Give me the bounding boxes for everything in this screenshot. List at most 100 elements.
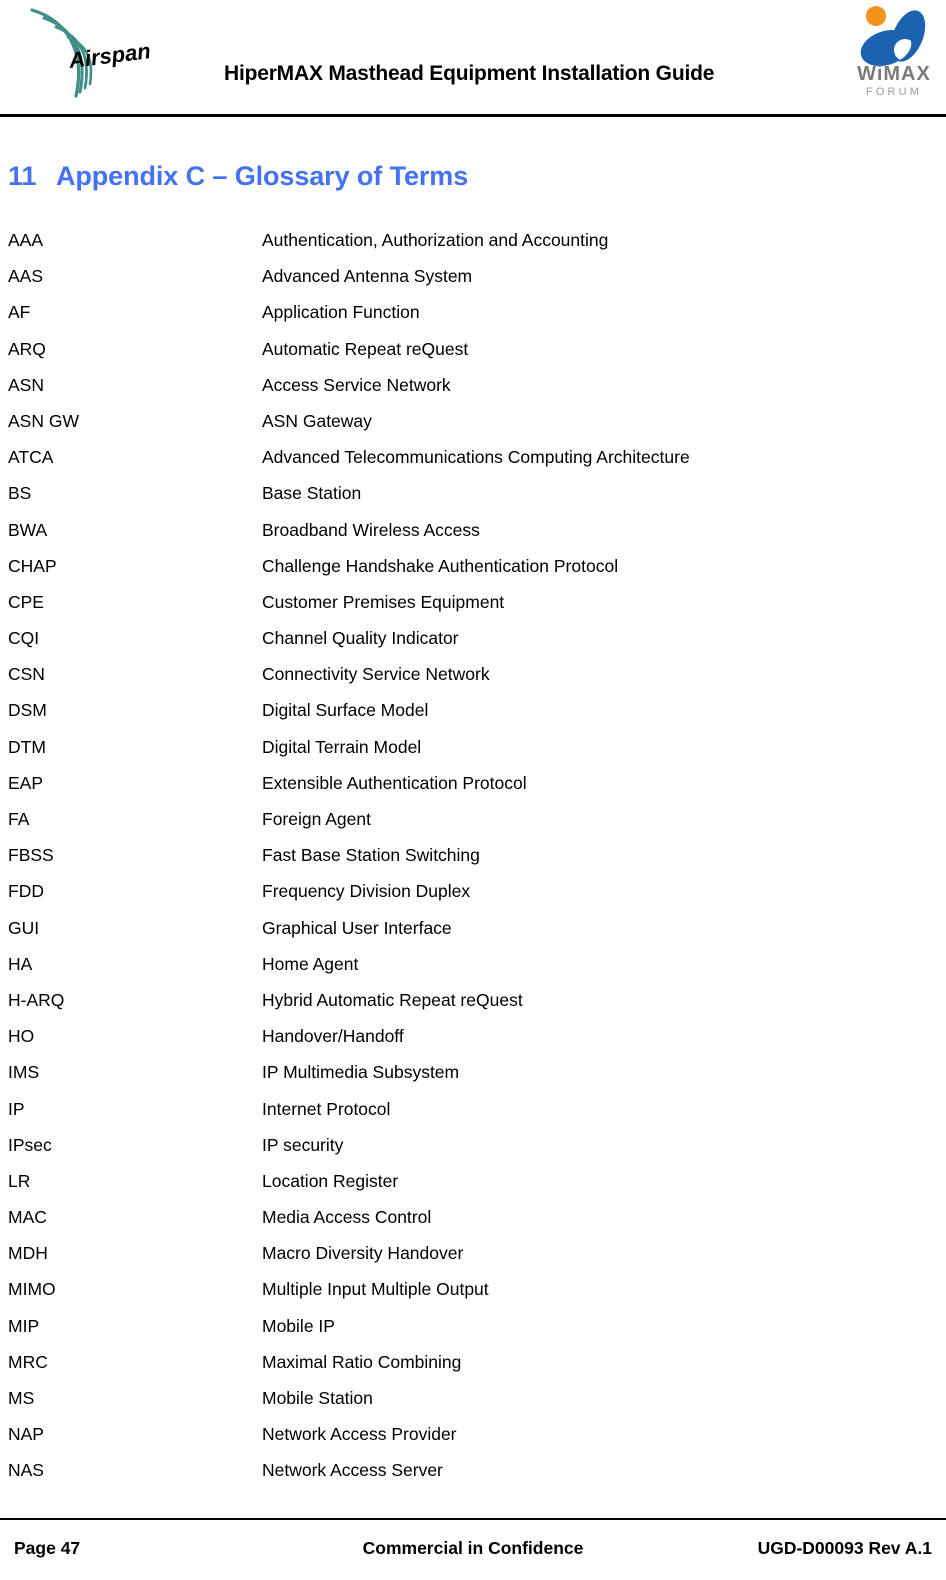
glossary-row: MIP Mobile IP [0,1308,946,1344]
glossary-term: LR [8,1170,31,1191]
glossary-definition: Media Access Control [262,1207,432,1228]
glossary-term: GUI [8,917,40,938]
glossary-row: HA Home Agent [0,946,946,982]
svg-text:WiMAX: WiMAX [857,63,931,85]
glossary-definition: Base Station [262,483,362,504]
glossary-row: IP Internet Protocol [0,1091,946,1127]
glossary-definition: Frequency Division Duplex [262,881,471,902]
glossary-term: MAC [8,1207,47,1228]
glossary-definition: Connectivity Service Network [262,664,490,685]
glossary-row: CSN Connectivity Service Network [0,656,946,692]
glossary-row: ARQ Automatic Repeat reQuest [0,331,946,367]
glossary-row: AF Application Function [0,294,946,330]
glossary-row: BS Base Station [0,475,946,511]
wimax-forum-logo: WiMAX FORUM [846,2,942,102]
glossary-definition: Digital Terrain Model [262,736,422,757]
glossary-row: AAS Advanced Antenna System [0,258,946,294]
glossary-definition: Customer Premises Equipment [262,591,505,612]
glossary-term: ATCA [8,447,54,468]
glossary-definition: Advanced Antenna System [262,266,473,287]
glossary-term: IMS [8,1062,40,1083]
glossary-definition: Authentication, Authorization and Accoun… [262,230,609,250]
glossary-term: NAS [8,1460,44,1481]
document-title: HiperMAX Masthead Equipment Installation… [224,62,715,85]
page-title: 11 Appendix C – Glossary of Terms [8,161,468,192]
glossary-row: MS Mobile Station [0,1380,946,1416]
glossary-row: MAC Media Access Control [0,1199,946,1235]
glossary-row: NAP Network Access Provider [0,1416,946,1452]
glossary-term: ASN [8,374,44,395]
glossary-definition: Graphical User Interface [262,917,452,938]
glossary-row: EAP Extensible Authentication Protocol [0,765,946,801]
chapter-number: 11 [8,161,37,191]
glossary-term: DSM [8,700,47,721]
glossary-row: DTM Digital Terrain Model [0,729,946,765]
glossary-definition: Hybrid Automatic Repeat reQuest [262,989,523,1010]
glossary-term: ARQ [8,338,46,359]
glossary-term: HO [8,1026,35,1047]
glossary-definition: IP security [262,1134,344,1155]
glossary-term: EAP [8,772,44,793]
glossary-term: CSN [8,664,45,685]
glossary-row: NAS Network Access Server [0,1452,946,1488]
glossary-definition: ASN Gateway [262,410,372,431]
glossary-row: ASN Access Service Network [0,367,946,403]
glossary-definition: Application Function [262,302,420,323]
glossary-term: CQI [8,628,40,649]
chapter-title: Appendix C – Glossary of Terms [56,161,469,191]
glossary-row: GUI Graphical User Interface [0,910,946,946]
glossary-term: BWA [8,519,48,540]
page-header: Airspan HiperMAX Masthead Equipment Inst… [0,0,946,117]
glossary-definition: Macro Diversity Handover [262,1243,464,1264]
glossary-row: MIMO Multiple Input Multiple Output [0,1271,946,1307]
glossary-term: HA [8,953,33,974]
glossary-row: IMS IP Multimedia Subsystem [0,1054,946,1090]
glossary-term: AAA [8,230,44,250]
glossary-definition: Digital Surface Model [262,700,429,721]
glossary-definition: Advanced Telecommunications Computing Ar… [262,447,690,468]
glossary-definition: Internet Protocol [262,1098,391,1119]
glossary-row: IPsec IP security [0,1127,946,1163]
glossary-row: DSM Digital Surface Model [0,692,946,728]
header-divider [0,114,946,117]
glossary-definition: IP Multimedia Subsystem [262,1062,460,1083]
footer-divider [0,1518,946,1520]
glossary-term: MIMO [8,1279,56,1300]
glossary-list: AAA Authentication, Authorization and Acc… [0,222,946,1489]
document-reference: UGD-D00093 Rev A.1 [757,1538,932,1558]
airspan-logo: Airspan [14,6,154,102]
glossary-row: CQI Channel Quality Indicator [0,620,946,656]
glossary-row: AAA Authentication, Authorization and Acc… [0,222,946,258]
glossary-row: H-ARQ Hybrid Automatic Repeat reQuest [0,982,946,1018]
glossary-term: FBSS [8,845,54,866]
glossary-definition: Handover/Handoff [262,1026,404,1047]
glossary-term: MDH [8,1243,48,1264]
glossary-row: HO Handover/Handoff [0,1018,946,1054]
glossary-definition: Extensible Authentication Protocol [262,772,527,793]
document-page: Airspan HiperMAX Masthead Equipment Inst… [0,0,946,1580]
glossary-row: CHAP Challenge Handshake Authentication P… [0,548,946,584]
glossary-row: ASN GW ASN Gateway [0,403,946,439]
glossary-definition: Fast Base Station Switching [262,845,480,866]
glossary-definition: Automatic Repeat reQuest [262,338,469,359]
glossary-term: ASN GW [8,410,79,431]
glossary-term: MIP [8,1315,40,1336]
glossary-term: AAS [8,266,44,287]
glossary-term: IPsec [8,1134,52,1155]
glossary-definition: Home Agent [262,953,359,974]
glossary-row: ATCA Advanced Telecommunications Computin… [0,439,946,475]
glossary-term: CPE [8,591,44,612]
glossary-definition: Location Register [262,1170,399,1191]
glossary-term: CHAP [8,555,57,576]
glossary-definition: Mobile Station [262,1388,373,1408]
glossary-row: FA Foreign Agent [0,801,946,837]
glossary-definition: Maximal Ratio Combining [262,1351,462,1372]
glossary-row: BWA Broadband Wireless Access [0,512,946,548]
glossary-definition: Multiple Input Multiple Output [262,1279,489,1300]
footer-row: Page 47 Commercial in Confidence UGD-D00… [0,1538,946,1568]
glossary-row: CPE Customer Premises Equipment [0,584,946,620]
glossary-term: IP [8,1098,25,1119]
glossary-term: FDD [8,881,44,902]
glossary-row: MDH Macro Diversity Handover [0,1235,946,1271]
glossary-term: AF [8,302,31,323]
